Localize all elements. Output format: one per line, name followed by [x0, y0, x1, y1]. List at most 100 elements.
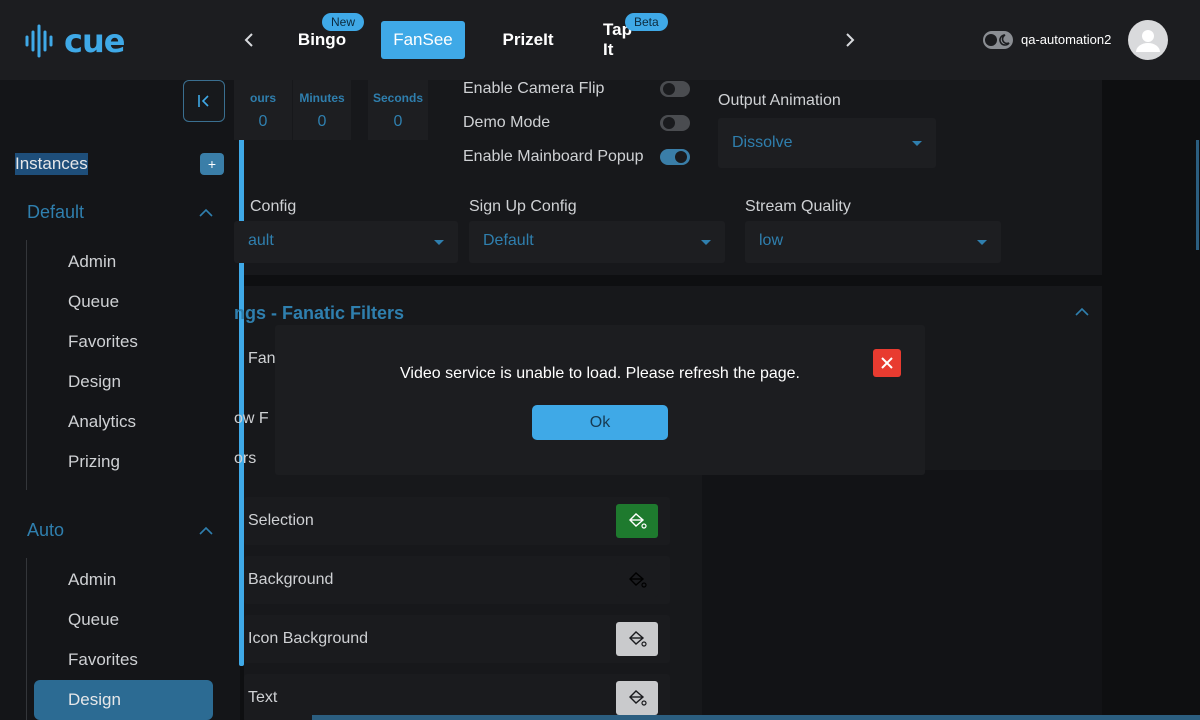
- stream-quality-select[interactable]: low: [745, 221, 1001, 263]
- timer-seconds-value[interactable]: 0: [368, 113, 428, 131]
- waveform-icon: [25, 24, 53, 58]
- paint-bucket-icon: [629, 690, 647, 706]
- group-default-line: [26, 240, 27, 490]
- sidebar-item-analytics[interactable]: Analytics: [68, 412, 136, 432]
- section-title: ngs - Fanatic Filters: [234, 303, 405, 323]
- color-row-label: Icon Background: [248, 630, 369, 647]
- caret-down-icon: [701, 240, 711, 245]
- chevron-left-icon: [244, 33, 253, 47]
- tab-prizeit[interactable]: PrizeIt: [502, 21, 554, 59]
- nav-prev-arrow[interactable]: [239, 28, 259, 52]
- sidebar-item-favorites[interactable]: Favorites: [68, 332, 138, 352]
- config-label: Config: [250, 198, 297, 215]
- timer-minutes: Minutes 0: [293, 80, 351, 140]
- paint-bucket-icon: [629, 513, 647, 529]
- chevron-right-icon: [846, 33, 855, 47]
- theme-toggle[interactable]: [983, 31, 1013, 49]
- preview-area: [702, 470, 1102, 720]
- caret-down-icon: [977, 240, 987, 245]
- error-dialog: Video service is unable to load. Please …: [275, 325, 925, 475]
- tab-fansee-label: FanSee: [393, 30, 453, 49]
- avatar[interactable]: [1128, 20, 1168, 60]
- sign-up-config-label: Sign Up Config: [469, 198, 577, 215]
- timer-hours-label: ours: [249, 91, 276, 105]
- camera-flip-label: Enable Camera Flip: [463, 80, 605, 97]
- color-row-icon-background: Icon Background: [244, 615, 670, 663]
- close-dialog-button[interactable]: [873, 349, 901, 377]
- partial-row-ow: ow F: [234, 410, 269, 427]
- sidebar-item-active-bg: [34, 680, 213, 720]
- cue-logo[interactable]: cue: [24, 22, 125, 60]
- color-row-background: Background: [244, 556, 670, 604]
- output-animation-label: Output Animation: [718, 92, 841, 109]
- vertical-scrollbar[interactable]: [1196, 140, 1199, 250]
- sidebar-item-queue[interactable]: Queue: [68, 610, 119, 630]
- sidebar-item-admin[interactable]: Admin: [68, 570, 116, 590]
- group-auto-line: [26, 558, 27, 720]
- moon-icon: [985, 34, 1010, 46]
- mainboard-popup-label: Enable Mainboard Popup: [463, 148, 644, 165]
- timer-seconds: Seconds 0: [368, 80, 428, 140]
- color-row-label: Selection: [248, 512, 314, 529]
- output-animation-select[interactable]: Dissolve: [718, 118, 936, 168]
- nav-next-arrow[interactable]: [840, 28, 860, 52]
- partial-row-fan: Fan: [248, 350, 276, 367]
- sign-up-config-value: Default: [483, 232, 534, 249]
- camera-flip-toggle[interactable]: [660, 81, 690, 97]
- caret-down-icon: [434, 240, 444, 245]
- tab-bingo-label: Bingo: [297, 30, 347, 49]
- badge-beta: Beta: [625, 13, 668, 31]
- chevron-up-icon[interactable]: [198, 523, 214, 539]
- group-default-title[interactable]: Default: [27, 202, 84, 223]
- color-row-label: Text: [248, 689, 278, 706]
- config-select[interactable]: ault: [234, 221, 458, 263]
- sign-up-config-select[interactable]: Default: [469, 221, 725, 263]
- partial-row-ors: ors: [234, 450, 257, 467]
- group-auto-title[interactable]: Auto: [27, 520, 64, 541]
- badge-new: New: [322, 13, 365, 31]
- instances-label: Instances: [15, 153, 88, 175]
- timer-hours-value[interactable]: 0: [234, 113, 292, 131]
- sidebar-item-queue[interactable]: Queue: [68, 292, 119, 312]
- username[interactable]: qa-automation2: [1021, 32, 1111, 47]
- sidebar: Instances + Default Admin Queue Favorite…: [0, 80, 244, 720]
- timer-seconds-label: Seconds: [372, 91, 423, 105]
- sidebar-item-admin[interactable]: Admin: [68, 252, 116, 272]
- sidebar-item-design-active[interactable]: Design: [68, 690, 121, 710]
- ok-button[interactable]: Ok: [532, 405, 668, 440]
- collapse-left-icon: [198, 95, 209, 107]
- mainboard-popup-toggle[interactable]: [660, 149, 690, 165]
- output-animation-value: Dissolve: [732, 134, 793, 151]
- color-swatch-selection[interactable]: [616, 504, 658, 538]
- tab-prizeit-label: PrizeIt: [502, 30, 554, 49]
- top-bar: cue Bingo New FanSee PrizeIt Tap It Beta…: [0, 0, 1200, 80]
- stream-quality-value: low: [759, 232, 784, 249]
- color-row-selection: Selection: [244, 497, 670, 545]
- logo-text: cue: [64, 22, 125, 60]
- stream-quality-label: Stream Quality: [745, 198, 851, 215]
- chevron-up-icon[interactable]: [1074, 304, 1090, 320]
- paint-bucket-icon: [629, 631, 647, 647]
- collapse-sidebar-button[interactable]: [183, 80, 225, 122]
- paint-bucket-icon: [629, 572, 647, 588]
- horizontal-scrollbar[interactable]: [312, 715, 1200, 720]
- demo-mode-toggle[interactable]: [660, 115, 690, 131]
- demo-mode-label: Demo Mode: [463, 114, 551, 131]
- color-row-label: Background: [248, 571, 334, 588]
- plus-icon: +: [207, 156, 217, 172]
- caret-down-icon: [912, 141, 922, 146]
- chevron-up-icon[interactable]: [198, 205, 214, 221]
- color-swatch-background[interactable]: [616, 563, 658, 597]
- tab-fansee[interactable]: FanSee: [381, 21, 465, 59]
- color-swatch-icon-background[interactable]: [616, 622, 658, 656]
- sidebar-item-design[interactable]: Design: [68, 372, 121, 392]
- timer-hours: ours 0: [234, 80, 292, 140]
- timer-minutes-value[interactable]: 0: [293, 113, 351, 131]
- color-row-text: Text: [244, 674, 670, 720]
- sidebar-item-prizing[interactable]: Prizing: [68, 452, 120, 472]
- config-value: ault: [248, 232, 274, 249]
- sidebar-item-favorites[interactable]: Favorites: [68, 650, 138, 670]
- color-swatch-text[interactable]: [616, 681, 658, 715]
- user-icon: [1136, 30, 1160, 52]
- add-instance-button[interactable]: +: [200, 153, 224, 175]
